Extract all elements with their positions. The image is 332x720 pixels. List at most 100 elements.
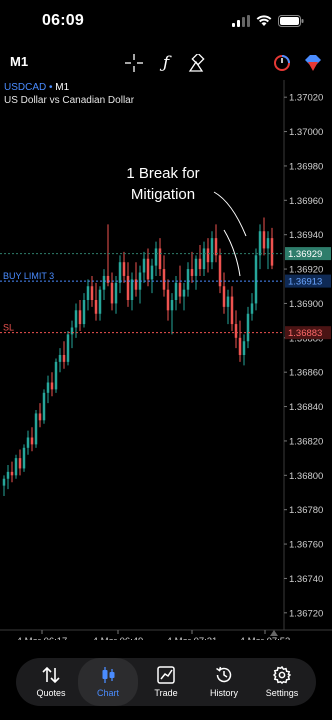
signal-icon [232,15,250,27]
candle-body [86,286,90,300]
y-tick-label: 1.36740 [289,574,323,585]
candle-body [250,303,254,314]
annotation-arrow-2 [223,229,241,277]
candle-body [98,289,102,314]
y-tick-label: 1.36920 [289,265,323,276]
annotation-line-2: Mitigation [131,186,195,203]
nav-trade-label: Trade [154,688,178,698]
candle-body [26,437,30,448]
candle-body [22,447,26,469]
candle-body [238,337,242,355]
nav-settings[interactable]: Settings [252,658,312,706]
candle-body [146,258,150,280]
candle-body [50,382,54,390]
candle-body [214,238,218,256]
x-tick-label: 4 Mar 07:53 [240,636,291,640]
candle-body [122,262,126,276]
nav-history[interactable]: History [194,658,254,706]
candle-body [270,238,274,266]
battery-icon [278,15,304,27]
candle-body [150,265,154,280]
symbol-description: US Dollar vs Canadian Dollar [4,95,135,106]
candle-body [218,255,222,287]
candle-body [62,355,66,362]
trade-icon [157,666,175,684]
y-tick-label: 1.37000 [289,127,323,138]
timeframe-button[interactable]: M1 [10,54,28,69]
candle-body [82,300,86,325]
candle-body [70,327,74,335]
symbol-separator: • [46,82,56,93]
candle-body [206,248,210,263]
symbol-timeframe: M1 [55,82,70,93]
candle-body [166,289,170,311]
candle-body [130,279,134,300]
candle-body [222,286,226,307]
bottom-nav: Quotes Chart Trade History Settings [16,658,316,706]
candle-body [106,275,110,283]
y-tick-label: 1.37020 [289,93,323,104]
candle-body [258,231,262,256]
candle-body [154,248,158,266]
history-icon [216,666,232,683]
symbol-info: USDCAD • M1 [4,82,69,93]
candle-body [90,286,94,300]
candle-body [230,296,234,325]
chart-toolbar: M1 ƒ [0,50,332,76]
symbol-name: USDCAD [4,82,47,93]
candle-body [266,238,270,249]
y-tick-label: 1.36800 [289,471,323,482]
nav-chart[interactable]: Chart [78,658,138,706]
candle-body [34,413,38,445]
candle-body [54,361,58,390]
candle-body [94,300,98,314]
y-tick-label: 1.36960 [289,196,323,207]
y-tick-label: 1.36980 [289,161,323,172]
price-line-label-sl: SL [3,323,14,333]
nav-quotes[interactable]: Quotes [21,658,81,706]
candle-body [110,282,114,304]
x-tick-label: 4 Mar 06:17 [17,636,68,640]
candle-body [226,296,230,307]
candle-body [246,313,250,342]
candlestick-chart[interactable]: 1.37020 1.37000 1.36980 1.36960 1.36940 1.369… [0,80,332,640]
y-tick-label: 1.36760 [289,540,323,551]
wifi-icon [256,15,272,26]
indicators-icon[interactable]: ƒ [155,52,177,74]
annotation-line-1: 1 Break for [126,165,199,182]
y-tick-label: 1.36860 [289,368,323,379]
candle-body [170,300,174,311]
candle-body [194,258,198,276]
nav-chart-label: Chart [96,688,119,698]
candle-body [174,282,178,300]
candle-body [46,382,50,393]
trade-mode-icon[interactable] [271,52,293,74]
settings-icon [273,666,291,684]
crosshair-icon[interactable] [123,52,145,74]
candle-body [58,355,62,362]
candle-body [254,255,258,304]
status-icons [232,15,304,27]
x-tick-label: 4 Mar 06:49 [93,636,144,640]
chart-icon [102,667,115,683]
candle-body [114,282,118,304]
candle-body [198,258,202,270]
candle-body [6,471,10,479]
nav-settings-label: Settings [265,688,299,698]
candle-body [102,275,106,290]
annotation-arrow-1 [213,191,247,237]
quotes-icon [42,666,60,684]
candle-body [262,231,266,249]
price-chart[interactable]: 1.37020 1.37000 1.36980 1.36960 1.36940 1.369… [0,80,332,640]
y-tick-label: 1.36900 [289,299,323,310]
nav-history-label: History [209,688,238,698]
candle-body [234,324,238,338]
candle-body [14,458,18,476]
nav-trade[interactable]: Trade [136,658,196,706]
y-tick-label: 1.36820 [289,436,323,447]
objects-icon[interactable] [186,52,208,74]
candle-body [2,478,6,486]
candle-body [242,341,246,355]
candle-body [78,310,82,325]
account-icon[interactable] [302,52,324,74]
